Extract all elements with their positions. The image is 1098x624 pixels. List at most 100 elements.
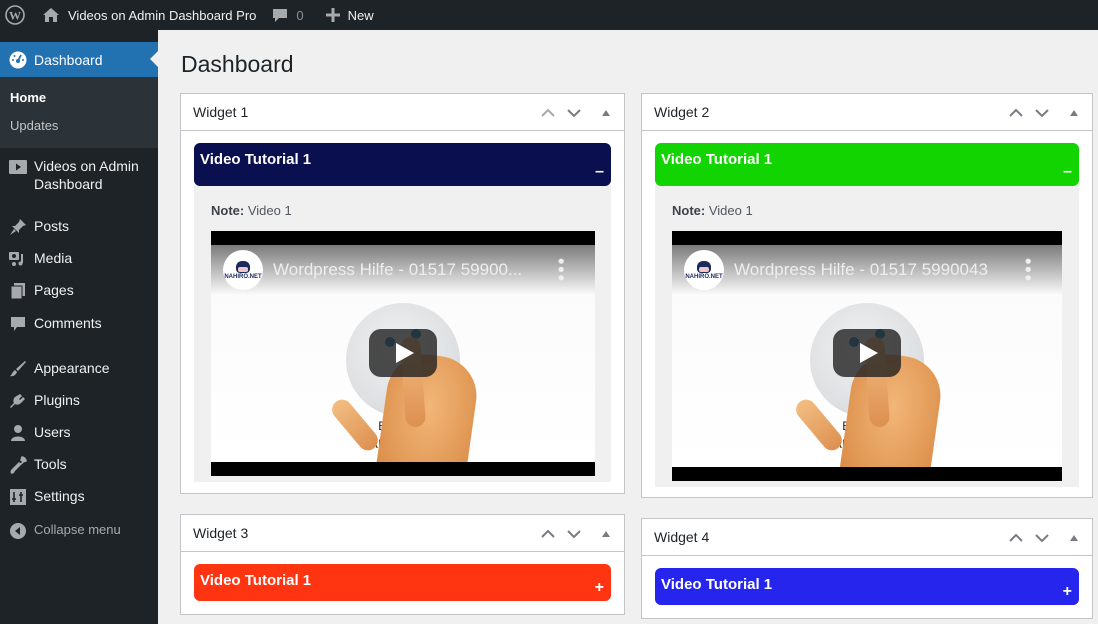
play-icon: [860, 343, 878, 363]
video-tutorial-title: Video Tutorial 1: [200, 151, 312, 168]
widget-3: Widget 3 Video Tutorial 1 +: [180, 514, 625, 615]
widget-title: Widget 3: [193, 525, 249, 541]
expand-toggle[interactable]: +: [1063, 584, 1072, 600]
video-tutorial-header[interactable]: Video Tutorial 1 –: [655, 143, 1079, 186]
sidebar-item-plugins[interactable]: Plugins: [0, 384, 158, 418]
sidebar-item-label: Dashboard: [34, 51, 103, 68]
channel-avatar[interactable]: NAHIRO.NET: [684, 250, 724, 290]
home-icon: [42, 7, 60, 23]
widget-title: Widget 1: [193, 104, 249, 120]
plus-icon: [325, 8, 340, 22]
chevron-down-icon: [567, 529, 581, 538]
triangle-up-icon: [1070, 109, 1078, 116]
youtube-video-embed[interactable]: EINE FRAUSWÄ EN NAHIRO.NET Wordpress Hil…: [211, 231, 595, 476]
comment-bubble-icon: [272, 7, 288, 23]
video-tutorial-panel: Note: Video 1 EINE FRAUSWÄ EN NAHIRO.NET…: [194, 186, 611, 482]
sidebar-item-posts[interactable]: Posts: [0, 210, 158, 244]
video-tutorial-header[interactable]: Video Tutorial 1 +: [194, 564, 611, 601]
more-options-icon[interactable]: •••: [1018, 258, 1038, 283]
move-up-button[interactable]: [1008, 105, 1024, 121]
sidebar-item-settings[interactable]: Settings: [0, 480, 158, 514]
sidebar-item-dashboard[interactable]: Dashboard: [0, 42, 158, 77]
svg-text:W: W: [9, 9, 21, 23]
sidebar-item-label: Plugins: [34, 392, 80, 408]
collapse-menu-label: Collapse menu: [34, 522, 121, 537]
more-options-icon[interactable]: •••: [551, 258, 571, 283]
toggle-panel-button[interactable]: [1066, 530, 1082, 546]
widget-header[interactable]: Widget 2: [642, 94, 1092, 131]
play-icon: [396, 343, 414, 363]
note-label: Note:: [211, 203, 245, 218]
sidebar-item-videos[interactable]: Videos on Admin Dashboard: [0, 148, 158, 200]
sidebar-item-label: Pages: [34, 282, 74, 298]
collapse-menu-button[interactable]: Collapse menu: [0, 514, 158, 548]
sidebar-item-label: Settings: [34, 488, 85, 504]
pushpin-icon: [8, 217, 28, 237]
comments-count: 0: [296, 7, 304, 23]
site-name-link[interactable]: Videos on Admin Dashboard Pro: [30, 0, 264, 30]
video-note: Note: Video 1: [211, 203, 594, 218]
page-title: Dashboard: [181, 51, 294, 77]
admin-sidebar: Dashboard Home Updates Videos on Admin D…: [0, 30, 158, 624]
note-value: Video 1: [708, 203, 753, 218]
sidebar-item-label: Tools: [34, 456, 67, 472]
submenu-item-updates[interactable]: Updates: [0, 112, 158, 140]
move-up-button[interactable]: [1008, 530, 1024, 546]
dashboard-submenu: Home Updates: [0, 77, 158, 148]
video-title[interactable]: Wordpress Hilfe - 01517 5990043: [734, 260, 988, 280]
plug-icon: [8, 391, 28, 411]
pages-icon: [8, 281, 28, 301]
gauge-icon: [8, 50, 28, 70]
move-down-button[interactable]: [1034, 530, 1050, 546]
sidebar-item-pages[interactable]: Pages: [0, 274, 158, 308]
wordpress-logo-icon: W: [5, 5, 25, 25]
triangle-up-icon: [602, 530, 610, 537]
widget-2: Widget 2 Video Tutorial 1 – Note: Video …: [641, 93, 1093, 498]
video-tutorial-panel: Note: Video 1 EINE FRAUSWÄ EN NAHIRO.NET…: [655, 186, 1079, 487]
sidebar-item-label: Users: [34, 424, 71, 440]
video-play-icon: [8, 157, 28, 177]
collapse-toggle[interactable]: –: [595, 164, 604, 180]
move-down-button[interactable]: [1034, 105, 1050, 121]
video-tutorial-header[interactable]: Video Tutorial 1 +: [655, 568, 1079, 605]
youtube-video-embed[interactable]: EINE FRAUSWÄ EN NAHIRO.NET Wordpress Hil…: [672, 231, 1062, 481]
sidebar-item-media[interactable]: Media: [0, 242, 158, 276]
move-down-button[interactable]: [566, 105, 582, 121]
sidebar-item-label: Posts: [34, 218, 70, 234]
sidebar-item-users[interactable]: Users: [0, 416, 158, 450]
widget-header[interactable]: Widget 3: [181, 515, 624, 552]
new-content-button[interactable]: New: [312, 0, 382, 30]
sidebar-item-label: Appearance: [34, 360, 110, 376]
channel-avatar[interactable]: NAHIRO.NET: [223, 250, 263, 290]
submenu-item-home[interactable]: Home: [0, 84, 158, 112]
triangle-up-icon: [1070, 534, 1078, 541]
toggle-panel-button[interactable]: [598, 105, 614, 121]
chevron-up-icon: [541, 529, 555, 538]
collapse-toggle[interactable]: –: [1063, 164, 1072, 180]
video-tutorial-header[interactable]: Video Tutorial 1 –: [194, 143, 611, 186]
widget-header[interactable]: Widget 1: [181, 94, 624, 131]
toggle-panel-button[interactable]: [1066, 105, 1082, 121]
move-up-button[interactable]: [540, 526, 556, 542]
video-tutorial-title: Video Tutorial 1: [200, 572, 312, 589]
move-up-button[interactable]: [540, 105, 556, 121]
sidebar-item-label: Videos on Admin Dashboard: [34, 158, 139, 192]
move-down-button[interactable]: [566, 526, 582, 542]
sidebar-item-comments[interactable]: Comments: [0, 307, 158, 341]
play-button[interactable]: [369, 329, 437, 377]
sidebar-item-appearance[interactable]: Appearance: [0, 352, 158, 386]
chevron-down-icon: [567, 108, 581, 117]
toggle-panel-button[interactable]: [598, 526, 614, 542]
widget-header[interactable]: Widget 4: [642, 519, 1092, 556]
wordpress-logo-button[interactable]: W: [0, 0, 30, 30]
admin-bar: W Videos on Admin Dashboard Pro 0 New: [0, 0, 1098, 30]
site-name: Videos on Admin Dashboard Pro: [68, 7, 257, 23]
play-button[interactable]: [833, 329, 901, 377]
chevron-down-icon: [1035, 533, 1049, 542]
chevron-up-icon: [1009, 108, 1023, 117]
comments-link[interactable]: 0: [264, 0, 311, 30]
expand-toggle[interactable]: +: [595, 580, 604, 596]
video-title[interactable]: Wordpress Hilfe - 01517 59900...: [273, 260, 522, 280]
sidebar-item-tools[interactable]: Tools: [0, 448, 158, 482]
widget-4: Widget 4 Video Tutorial 1 +: [641, 518, 1093, 619]
